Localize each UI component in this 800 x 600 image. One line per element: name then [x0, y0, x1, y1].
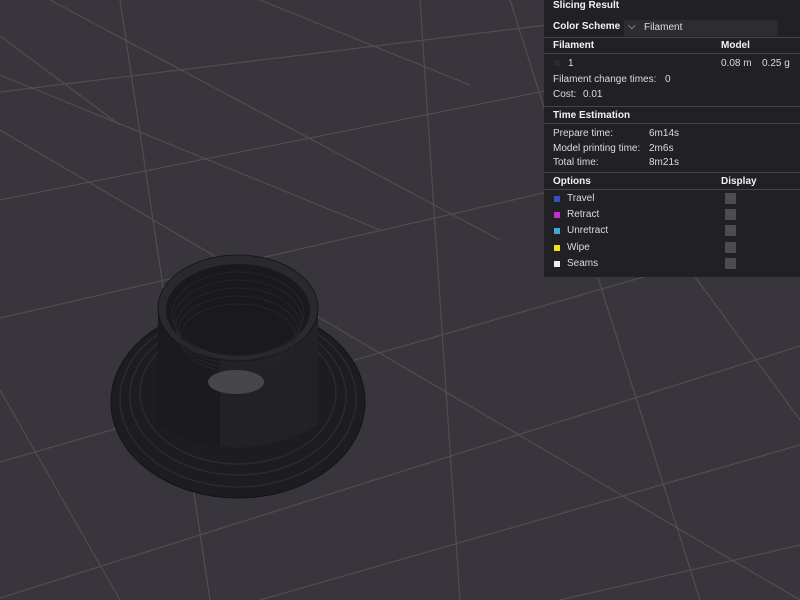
- wipe-color-swatch: [554, 245, 560, 251]
- display-column-header: Display: [721, 176, 757, 187]
- wipe-display-checkbox[interactable]: [725, 242, 736, 253]
- color-scheme-label: Color Scheme: [553, 21, 621, 32]
- prepare-time-label: Prepare time:: [553, 128, 614, 139]
- unretract-display-checkbox[interactable]: [725, 225, 736, 236]
- divider: [544, 37, 800, 38]
- cost-label: Cost:: [553, 89, 577, 100]
- filament-index: 1: [568, 58, 574, 69]
- unretract-color-swatch: [554, 228, 560, 234]
- seams-display-checkbox[interactable]: [725, 258, 736, 269]
- option-label: Seams: [567, 258, 599, 269]
- divider: [544, 53, 800, 54]
- divider: [544, 106, 800, 107]
- filament-weight: 0.25 g: [762, 58, 790, 69]
- prepare-time-value: 6m14s: [649, 128, 680, 139]
- travel-color-swatch: [554, 196, 560, 202]
- color-scheme-select[interactable]: ⌵ Filament: [624, 20, 778, 36]
- model-column-header: Model: [721, 40, 750, 51]
- model-printing-time-value: 2m6s: [649, 143, 674, 154]
- retract-color-swatch: [554, 212, 560, 218]
- model-printing-time-label: Model printing time:: [553, 143, 641, 154]
- filament-length: 0.08 m: [721, 58, 752, 69]
- cost-value: 0.01: [583, 89, 603, 100]
- option-label: Retract: [567, 209, 600, 220]
- panel-title: Slicing Result: [553, 0, 620, 11]
- option-label: Travel: [567, 193, 595, 204]
- time-estimation-title: Time Estimation: [553, 110, 631, 121]
- divider: [544, 189, 800, 190]
- divider: [544, 172, 800, 173]
- total-time-value: 8m21s: [649, 157, 680, 168]
- chevron-down-icon: ⌵: [628, 21, 636, 32]
- option-label: Wipe: [567, 242, 590, 253]
- options-column-header: Options: [553, 176, 591, 187]
- option-label: Unretract: [567, 225, 609, 236]
- divider: [544, 123, 800, 124]
- color-scheme-value: Filament: [644, 22, 683, 33]
- seams-color-swatch: [554, 261, 560, 267]
- retract-display-checkbox[interactable]: [725, 209, 736, 220]
- slicing-result-panel: Slicing Result Color Scheme ⌵ Filament F…: [544, 0, 800, 277]
- filament-change-label: Filament change times:: [553, 74, 657, 85]
- total-time-label: Total time:: [553, 157, 599, 168]
- travel-display-checkbox[interactable]: [725, 193, 736, 204]
- filament-color-swatch: [554, 60, 560, 66]
- filament-column-header: Filament: [553, 40, 595, 51]
- filament-change-value: 0: [665, 74, 671, 85]
